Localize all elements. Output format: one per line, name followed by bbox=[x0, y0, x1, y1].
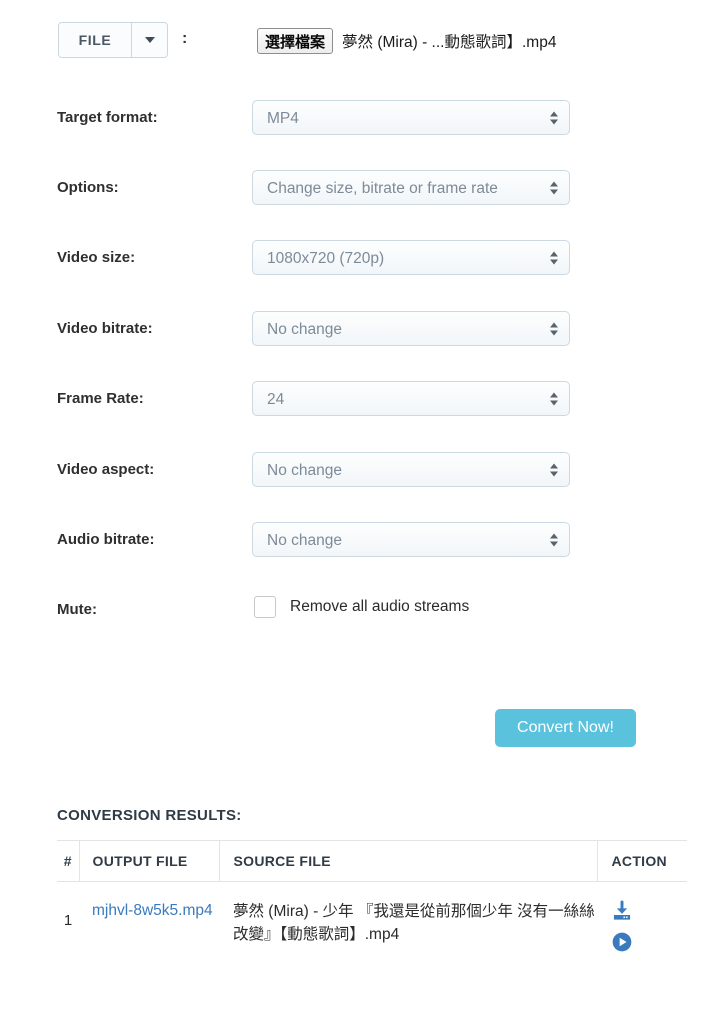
row-output-file: mjhvl-8w5k5.mp4 bbox=[79, 881, 219, 973]
file-row-separator: : bbox=[182, 30, 188, 47]
column-header-source-file: SOURCE FILE bbox=[218, 840, 597, 882]
select-target-format[interactable]: MP4 bbox=[252, 100, 570, 135]
source-file-name: 夢然 (Mira) - 少年 『我還是從前那個少年 沒有一絲絲改變』【動態歌詞】… bbox=[233, 903, 595, 944]
remove-audio-streams-label: Remove all audio streams bbox=[290, 598, 470, 615]
file-source-button-group[interactable]: FILE bbox=[58, 22, 168, 58]
label-options: Options: bbox=[57, 179, 119, 196]
row-video-aspect: Video aspect: No change bbox=[0, 452, 723, 492]
file-source-button[interactable]: FILE bbox=[59, 23, 131, 57]
select-arrows-icon bbox=[550, 181, 558, 194]
select-arrows-icon bbox=[550, 251, 558, 264]
row-video-bitrate: Video bitrate: No change bbox=[0, 311, 723, 351]
row-options: Options: Change size, bitrate or frame r… bbox=[0, 170, 723, 210]
file-picker[interactable]: 選擇檔案 夢然 (Mira) - ...動態歌詞】.mp4 bbox=[257, 26, 556, 56]
output-file-link[interactable]: mjhvl-8w5k5.mp4 bbox=[92, 902, 213, 919]
chevron-down-icon bbox=[144, 37, 155, 43]
select-frame-rate[interactable]: 24 bbox=[252, 381, 570, 416]
label-video-aspect: Video aspect: bbox=[57, 461, 155, 478]
chosen-file-name: 夢然 (Mira) - ...動態歌詞】.mp4 bbox=[342, 34, 557, 51]
table-body: 1 mjhvl-8w5k5.mp4 夢然 (Mira) - 少年 『我還是從前那… bbox=[57, 881, 687, 973]
select-arrows-icon bbox=[550, 533, 558, 546]
select-video-size-value: 1080x720 (720p) bbox=[267, 250, 385, 267]
table-header-row: # OUTPUT FILE SOURCE FILE ACTION bbox=[57, 840, 687, 882]
select-arrows-icon bbox=[550, 463, 558, 476]
row-source-file: 夢然 (Mira) - 少年 『我還是從前那個少年 沒有一絲絲改變』【動態歌詞】… bbox=[219, 881, 597, 973]
action-icon-group bbox=[611, 900, 687, 953]
file-source-row: FILE : 選擇檔案 夢然 (Mira) - ...動態歌詞】.mp4 bbox=[0, 22, 723, 62]
label-mute: Mute: bbox=[57, 601, 97, 618]
label-video-size: Video size: bbox=[57, 249, 136, 266]
row-audio-bitrate: Audio bitrate: No change bbox=[0, 522, 723, 562]
conversion-results-title: CONVERSION RESULTS: bbox=[57, 807, 242, 824]
choose-file-button[interactable]: 選擇檔案 bbox=[257, 28, 334, 54]
select-video-size[interactable]: 1080x720 (720p) bbox=[252, 240, 570, 275]
column-header-number: # bbox=[57, 840, 79, 882]
row-mute: Mute: Remove all audio streams bbox=[0, 592, 723, 632]
row-number: 1 bbox=[57, 881, 79, 973]
label-frame-rate: Frame Rate: bbox=[57, 390, 144, 407]
row-target-format: Target format: MP4 bbox=[0, 100, 723, 140]
download-icon[interactable] bbox=[611, 900, 633, 922]
select-arrows-icon bbox=[550, 111, 558, 124]
column-header-output-file: OUTPUT FILE bbox=[78, 840, 219, 882]
row-frame-rate: Frame Rate: 24 bbox=[0, 381, 723, 421]
file-source-dropdown-toggle[interactable] bbox=[131, 23, 167, 57]
column-header-action: ACTION bbox=[596, 840, 687, 882]
mute-control: Remove all audio streams bbox=[254, 596, 469, 618]
select-options-value: Change size, bitrate or frame rate bbox=[267, 180, 498, 197]
select-video-aspect[interactable]: No change bbox=[252, 452, 570, 487]
convert-now-button[interactable]: Convert Now! bbox=[495, 709, 636, 747]
select-audio-bitrate-value: No change bbox=[267, 532, 342, 549]
conversion-results-table: # OUTPUT FILE SOURCE FILE ACTION 1 mjhvl… bbox=[57, 840, 687, 973]
label-audio-bitrate: Audio bitrate: bbox=[57, 531, 155, 548]
row-video-size: Video size: 1080x720 (720p) bbox=[0, 240, 723, 280]
table-row: 1 mjhvl-8w5k5.mp4 夢然 (Mira) - 少年 『我還是從前那… bbox=[57, 881, 687, 973]
row-action bbox=[597, 881, 687, 973]
select-frame-rate-value: 24 bbox=[267, 391, 285, 408]
select-video-aspect-value: No change bbox=[267, 462, 342, 479]
select-audio-bitrate[interactable]: No change bbox=[252, 522, 570, 557]
select-arrows-icon bbox=[550, 322, 558, 335]
table-header: # OUTPUT FILE SOURCE FILE ACTION bbox=[57, 840, 687, 882]
select-video-bitrate-value: No change bbox=[267, 321, 342, 338]
remove-audio-streams-checkbox[interactable] bbox=[254, 596, 276, 618]
select-target-format-value: MP4 bbox=[267, 110, 299, 127]
select-options[interactable]: Change size, bitrate or frame rate bbox=[252, 170, 570, 205]
label-target-format: Target format: bbox=[57, 109, 158, 126]
converter-page: FILE : 選擇檔案 夢然 (Mira) - ...動態歌詞】.mp4 Tar… bbox=[0, 0, 723, 1024]
select-arrows-icon bbox=[550, 392, 558, 405]
select-video-bitrate[interactable]: No change bbox=[252, 311, 570, 346]
label-video-bitrate: Video bitrate: bbox=[57, 320, 153, 337]
play-icon[interactable] bbox=[611, 931, 633, 953]
